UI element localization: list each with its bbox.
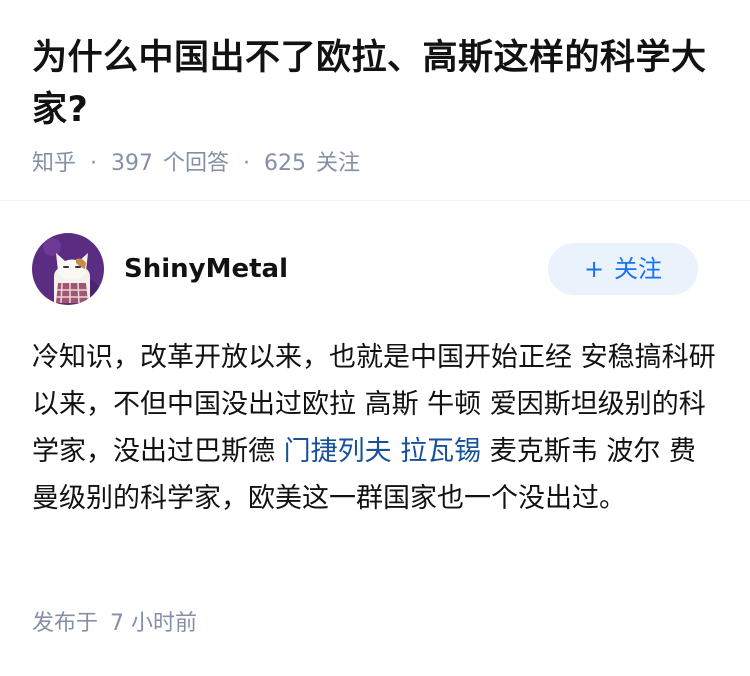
link-gap	[392, 436, 401, 467]
link-lavoisier[interactable]: 拉瓦锡	[400, 436, 481, 467]
question-header: 为什么中国出不了欧拉、高斯这样的科学大家? 知乎 · 397 个回答 · 625…	[32, 32, 722, 180]
question-meta: 知乎 · 397 个回答 · 625 关注	[32, 148, 722, 180]
meta-separator: ·	[90, 151, 98, 176]
follower-count-label: 关注	[316, 151, 361, 176]
question-title[interactable]: 为什么中国出不了欧拉、高斯这样的科学大家?	[32, 32, 722, 136]
author-row: ShinyMetal + 关注	[32, 233, 698, 305]
author-name[interactable]: ShinyMetal	[124, 251, 288, 287]
section-divider	[0, 200, 750, 201]
publish-label: 发布于	[32, 611, 99, 636]
follow-button[interactable]: + 关注	[548, 243, 698, 295]
plus-icon: +	[583, 255, 605, 283]
publish-info: 发布于 7 小时前	[32, 608, 197, 640]
link-mendeleev[interactable]: 门捷列夫	[284, 436, 392, 467]
publish-time: 7 小时前	[110, 611, 198, 636]
answer-count: 397	[111, 151, 154, 176]
answer-count-label: 个回答	[163, 151, 230, 176]
follower-count: 625	[264, 151, 307, 176]
follow-button-label: 关注	[614, 255, 663, 283]
cat-avatar-icon[interactable]	[32, 233, 104, 305]
meta-separator: ·	[243, 151, 251, 176]
answer-content: 冷知识，改革开放以来，也就是中国开始正经 安稳搞科研以来，不但中国没出过欧拉 高…	[32, 334, 722, 522]
site-name[interactable]: 知乎	[32, 148, 76, 180]
